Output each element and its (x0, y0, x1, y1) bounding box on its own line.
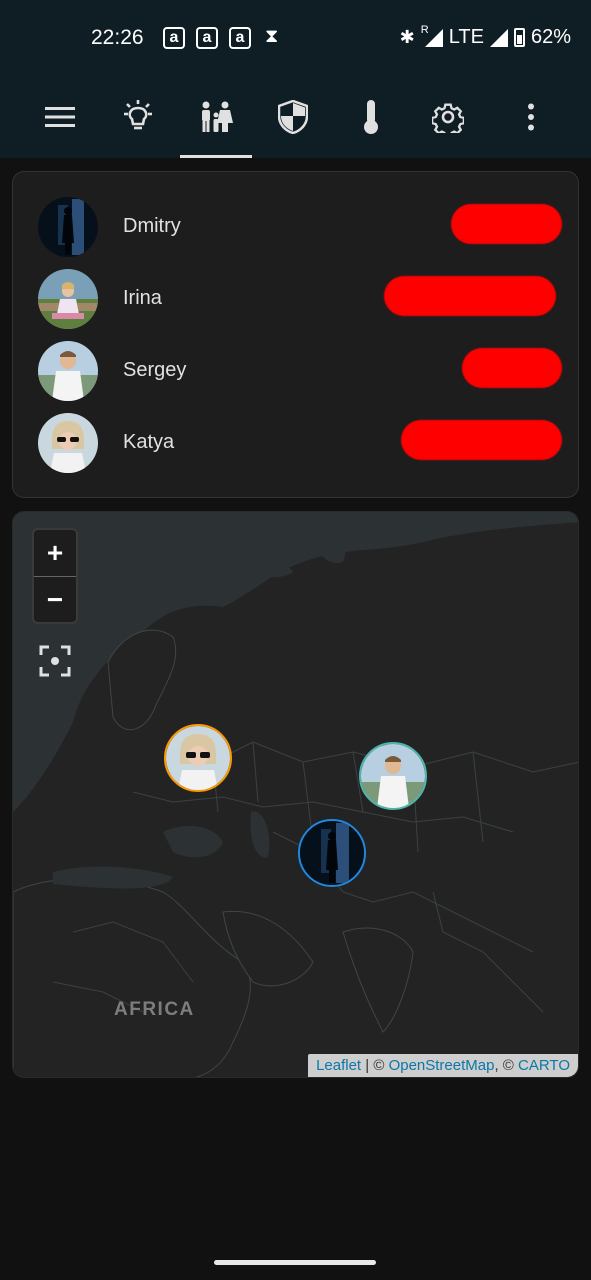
map-attribution: Leaflet | © OpenStreetMap, © CARTO (308, 1054, 578, 1077)
redacted-state (401, 420, 562, 460)
avatar[interactable] (38, 197, 98, 257)
map-label-africa: AFRICA (114, 999, 195, 1020)
avatar[interactable] (38, 269, 98, 329)
status-time: 22:26 (91, 26, 144, 49)
map-marker-dmitry[interactable] (298, 819, 366, 887)
leaflet-link[interactable]: Leaflet (316, 1057, 361, 1074)
person-row-dmitry[interactable]: Dmitry (38, 197, 568, 257)
map[interactable]: AFRICA + − Leaflet | © OpenStreetMap, © … (12, 511, 579, 1078)
fit-bounds-icon[interactable] (39, 645, 71, 677)
thermometer-icon[interactable] (346, 92, 396, 142)
map-marker-katya[interactable] (164, 724, 232, 792)
hourglass-icon: ⧗ (265, 26, 279, 47)
attribution-separator: , © (494, 1057, 519, 1074)
notification-icon: a (163, 27, 185, 49)
person-row-sergey[interactable]: Sergey (38, 341, 568, 401)
battery-icon (513, 28, 525, 47)
attribution-separator: | © (361, 1057, 389, 1074)
redacted-state (384, 276, 556, 316)
person-name: Sergey (123, 359, 187, 381)
avatar[interactable] (38, 413, 98, 473)
menu-icon[interactable] (35, 92, 85, 142)
zoom-out-button[interactable]: − (34, 577, 76, 623)
person-name: Irina (123, 287, 162, 309)
person-row-irina[interactable]: Irina (38, 269, 568, 329)
redacted-state (451, 204, 562, 244)
battery-percentage: 62% (530, 26, 571, 48)
app-toolbar (0, 78, 591, 158)
person-row-katya[interactable]: Katya (38, 413, 568, 473)
zoom-control: + − (32, 528, 78, 624)
more-vert-icon[interactable] (506, 92, 556, 142)
family-icon[interactable] (191, 92, 241, 142)
avatar[interactable] (38, 341, 98, 401)
lightbulb-icon[interactable] (113, 92, 163, 142)
network-type: LTE (448, 26, 484, 48)
notification-icon: a (229, 27, 251, 49)
gesture-home-bar[interactable] (214, 1260, 376, 1265)
map-marker-sergey[interactable] (359, 742, 427, 810)
carto-link[interactable]: CARTO (518, 1057, 570, 1074)
map-tiles (13, 512, 578, 1077)
tab-selected-indicator (180, 155, 252, 158)
person-name: Dmitry (123, 215, 181, 237)
redacted-state (462, 348, 562, 388)
signal-icon: R (421, 24, 443, 48)
person-name: Katya (123, 431, 175, 453)
persons-card: Dmitry Irina Sergey Katya (12, 171, 579, 498)
notification-icon: a (196, 27, 218, 49)
zoom-in-button[interactable]: + (34, 530, 76, 576)
status-bar: 22:26 a a a ⧗ ✱ R LTE 62% (0, 0, 591, 78)
status-indicators: ✱ R LTE 62% (399, 24, 571, 49)
openstreetmap-link[interactable]: OpenStreetMap (389, 1057, 495, 1074)
gear-icon[interactable] (423, 92, 473, 142)
shield-icon[interactable] (268, 92, 318, 142)
wifi-signal-icon (489, 28, 508, 47)
bluetooth-icon: ✱ (399, 27, 415, 47)
